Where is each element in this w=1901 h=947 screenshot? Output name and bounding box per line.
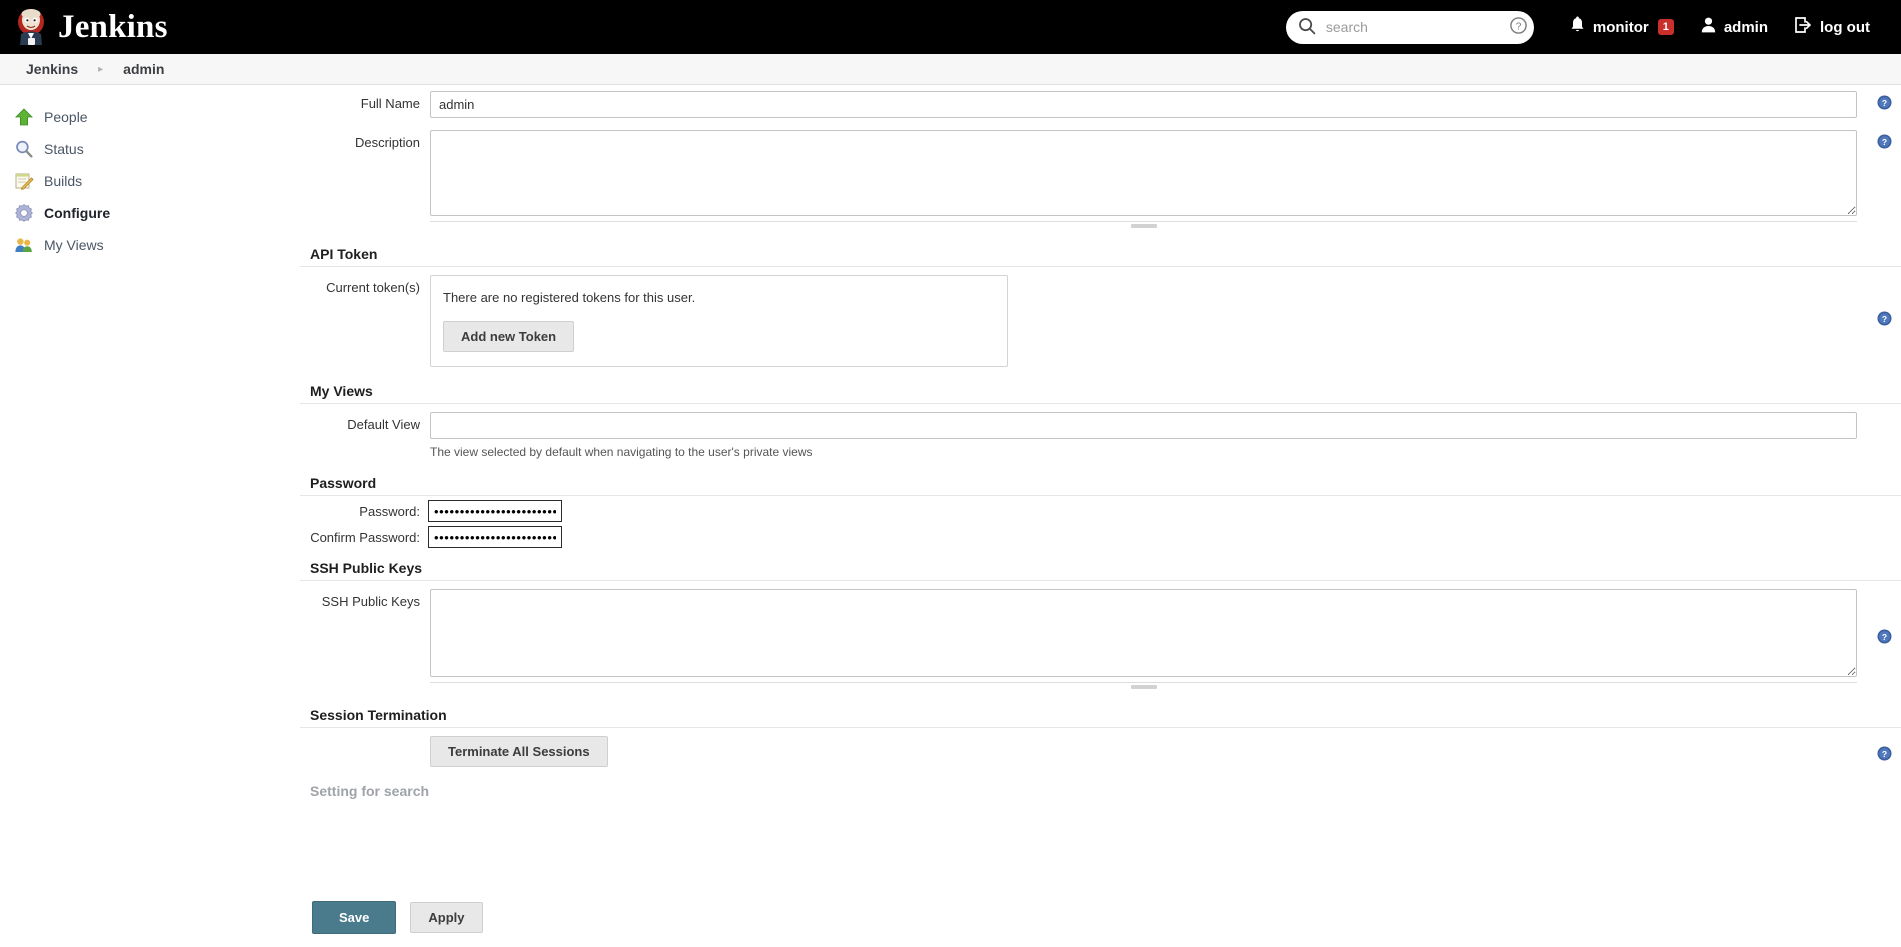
svg-text:?: ? <box>1881 632 1886 642</box>
token-panel: There are no registered tokens for this … <box>430 275 1008 367</box>
question-circle-icon[interactable]: ? <box>1509 16 1528 38</box>
description-resize-drag-bar[interactable] <box>430 221 1857 230</box>
help-icon-ssh-keys[interactable]: ? <box>1877 629 1892 644</box>
help-icon-api-token[interactable]: ? <box>1877 311 1892 326</box>
default-view-input[interactable] <box>430 412 1857 439</box>
divider-my-views <box>300 403 1901 404</box>
sidebar-item-people[interactable]: People <box>0 101 300 133</box>
current-tokens-label: Current token(s) <box>326 280 420 295</box>
full-name-input[interactable] <box>430 91 1857 118</box>
section-heading-my-views: My Views <box>310 383 373 399</box>
divider-ssh-keys <box>300 580 1901 581</box>
sidebar-item-label: Configure <box>44 205 111 221</box>
session-termination-row: Terminate All Sessions ? <box>300 730 1901 773</box>
section-heading-setting-for-search: Setting for search <box>310 783 430 799</box>
sidebar: People Status Builds Configure My Views <box>0 85 300 946</box>
ssh-keys-label: SSH Public Keys <box>321 594 420 609</box>
full-name-label: Full Name <box>360 96 420 111</box>
session-termination-spacer-label <box>300 736 420 741</box>
people-group-icon <box>14 235 34 255</box>
page-body: People Status Builds Configure My Views … <box>0 85 1901 946</box>
full-name-row: Full Name ? <box>300 85 1901 124</box>
password-row: Password: <box>300 498 1901 524</box>
confirm-password-label: Confirm Password: <box>310 529 420 545</box>
apply-button[interactable]: Apply <box>410 902 483 933</box>
confirm-password-input[interactable] <box>428 526 562 548</box>
divider-api-token <box>300 266 1901 267</box>
section-heading-api-token: API Token <box>310 246 378 262</box>
description-label: Description <box>354 135 420 150</box>
user-label: admin <box>1723 18 1769 36</box>
search-icon <box>1298 17 1316 38</box>
help-icon-session-termination[interactable]: ? <box>1877 746 1892 761</box>
divider-password <box>300 495 1901 496</box>
main-config-form: Full Name ? Description <box>300 85 1901 946</box>
save-button[interactable]: Save <box>312 901 397 934</box>
ssh-keys-row: SSH Public Keys ? <box>300 583 1901 697</box>
top-header: Jenkins ? <box>0 0 1901 54</box>
add-new-token-button[interactable]: Add new Token <box>443 321 575 352</box>
help-icon-description[interactable]: ? <box>1877 134 1892 149</box>
password-input[interactable] <box>428 500 562 522</box>
current-tokens-row: Current token(s) There are no registered… <box>300 269 1901 373</box>
description-textarea[interactable] <box>430 130 1857 216</box>
description-row: Description ? <box>300 124 1901 236</box>
sidebar-item-builds[interactable]: Builds <box>0 165 300 197</box>
sidebar-item-status[interactable]: Status <box>0 133 300 165</box>
svg-text:?: ? <box>1881 137 1886 147</box>
svg-text:?: ? <box>1881 98 1886 108</box>
sidebar-item-label: Status <box>44 141 84 157</box>
breadcrumb: Jenkins ▸ admin <box>0 54 1901 85</box>
default-view-label: Default View <box>347 417 420 432</box>
header-right-group: ? monitor 1 admin <box>1285 10 1883 44</box>
jenkins-butler-logo <box>14 8 48 46</box>
password-label: Password: <box>359 503 420 519</box>
logout-link[interactable]: log out <box>1781 16 1883 38</box>
sidebar-item-my-views[interactable]: My Views <box>0 229 300 261</box>
breadcrumb-item-admin[interactable]: admin <box>119 61 168 77</box>
divider-session-termination <box>300 727 1901 728</box>
sidebar-item-label: People <box>44 109 88 125</box>
logout-arrow-icon <box>1794 16 1813 38</box>
monitor-badge: 1 <box>1657 19 1674 35</box>
section-heading-session-termination: Session Termination <box>310 707 447 723</box>
section-heading-ssh-keys: SSH Public Keys <box>310 560 423 576</box>
svg-text:?: ? <box>1881 314 1886 324</box>
sidebar-item-label: Builds <box>44 173 83 189</box>
no-tokens-message: There are no registered tokens for this … <box>443 290 696 305</box>
jenkins-home-link[interactable]: Jenkins <box>14 8 168 46</box>
default-view-help-text: The view selected by default when naviga… <box>430 445 813 459</box>
default-view-row: Default View The view selected by defaul… <box>300 406 1901 465</box>
sidebar-item-configure[interactable]: Configure <box>0 197 300 229</box>
ssh-keys-resize-drag-bar[interactable] <box>430 682 1857 691</box>
confirm-password-row: Confirm Password: <box>300 524 1901 550</box>
green-up-arrow-icon <box>14 107 34 127</box>
section-heading-password: Password <box>310 475 377 491</box>
monitor-link[interactable]: monitor 1 <box>1556 16 1687 38</box>
form-action-bar: Save Apply <box>0 887 1901 947</box>
ssh-keys-textarea[interactable] <box>430 589 1857 677</box>
help-icon-full-name[interactable]: ? <box>1877 95 1892 110</box>
monitor-label: monitor <box>1592 18 1649 36</box>
logout-label: log out <box>1820 18 1870 36</box>
terminate-all-sessions-button[interactable]: Terminate All Sessions <box>430 736 608 767</box>
user-menu-link[interactable]: admin <box>1687 16 1781 38</box>
bell-icon <box>1569 16 1586 38</box>
magnifier-icon <box>14 139 34 159</box>
brand-title: Jenkins <box>58 8 168 45</box>
sidebar-item-label: My Views <box>44 237 104 253</box>
svg-text:?: ? <box>1881 749 1886 759</box>
breadcrumb-item-jenkins[interactable]: Jenkins <box>22 61 82 77</box>
search-input[interactable] <box>1323 18 1509 36</box>
notepad-pencil-icon <box>14 171 34 191</box>
person-icon <box>1700 16 1717 38</box>
breadcrumb-separator-icon: ▸ <box>98 63 104 75</box>
gear-icon <box>14 203 34 223</box>
svg-text:?: ? <box>1516 22 1522 33</box>
search-box[interactable]: ? <box>1285 10 1534 44</box>
